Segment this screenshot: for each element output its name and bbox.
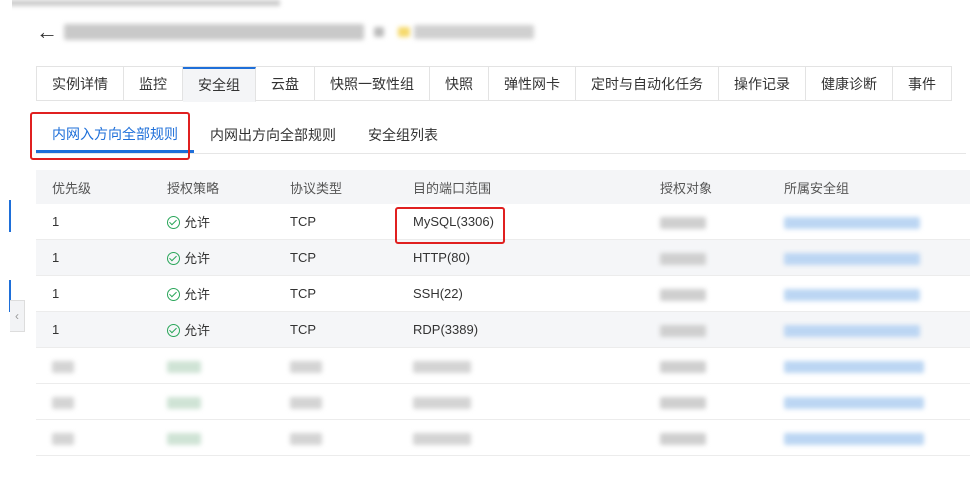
redacted [374, 27, 384, 37]
redacted [784, 252, 920, 265]
column-header: 协议类型 [274, 170, 397, 204]
check-circle-icon [167, 216, 180, 229]
column-header: 授权对象 [644, 170, 768, 204]
redacted [167, 432, 201, 445]
policy: 允许 [184, 251, 211, 266]
check-circle-icon [167, 324, 180, 337]
redacted [52, 432, 74, 445]
policy: 允许 [184, 215, 211, 230]
arrow-left-icon[interactable]: ← [36, 21, 64, 43]
redacted [660, 432, 706, 445]
tab-3[interactable]: 云盘 [256, 67, 315, 101]
chevron-left-icon: ‹ [15, 309, 19, 323]
tab-7[interactable]: 定时与自动化任务 [576, 67, 719, 101]
tab-0[interactable]: 实例详情 [37, 67, 124, 101]
redacted [290, 396, 322, 409]
subtab-2[interactable]: 安全组列表 [352, 118, 454, 151]
port-range: RDP(3389) [413, 322, 479, 337]
redacted [784, 396, 924, 409]
redacted [660, 216, 706, 229]
redacted [660, 396, 706, 409]
redacted [413, 360, 471, 373]
gutter-indicator [9, 200, 11, 232]
priority: 1 [52, 322, 60, 337]
tab-9[interactable]: 健康诊断 [806, 67, 893, 101]
redacted [413, 396, 471, 409]
tab-8[interactable]: 操作记录 [719, 67, 806, 101]
redacted [784, 216, 920, 229]
redacted [290, 432, 322, 445]
highlight-annotation [395, 207, 505, 244]
redacted [398, 27, 410, 37]
policy: 允许 [184, 287, 211, 302]
policy: 允许 [184, 323, 211, 338]
redacted [784, 288, 920, 301]
instance-id-redacted [414, 25, 534, 39]
protocol: TCP [290, 214, 316, 229]
check-circle-icon [167, 252, 180, 265]
breadcrumb-redacted [0, 0, 280, 6]
table-header-row: 优先级 授权策略 协议类型 目的端口范围 授权对象 所属安全组 [36, 170, 970, 204]
redacted [784, 432, 924, 445]
tab-1[interactable]: 监控 [124, 67, 183, 101]
protocol: TCP [290, 322, 316, 337]
tab-5[interactable]: 快照 [430, 67, 489, 101]
table-row: 1 允许 TCP RDP(3389) [36, 311, 970, 348]
column-header: 授权策略 [151, 170, 274, 204]
instance-tabs: 实例详情 监控 安全组 云盘 快照一致性组 快照 弹性网卡 定时与自动化任务 操作记录 健康诊断事… [36, 66, 952, 102]
redacted [52, 360, 74, 373]
redacted [167, 360, 201, 373]
column-header: 优先级 [36, 170, 151, 204]
table-row-redacted [36, 383, 970, 420]
priority: 1 [52, 250, 60, 265]
instance-name-redacted [64, 24, 364, 40]
table-row: 1 允许 TCP SSH(22) [36, 275, 970, 312]
redacted [413, 432, 471, 445]
redacted [660, 360, 706, 373]
priority: 1 [52, 286, 60, 301]
protocol: TCP [290, 286, 316, 301]
table-row-redacted [36, 347, 970, 384]
redacted [52, 396, 74, 409]
port-range: HTTP(80) [413, 250, 471, 265]
check-circle-icon [167, 288, 180, 301]
redacted [784, 324, 920, 337]
redacted [290, 360, 322, 373]
highlight-annotation [30, 112, 190, 160]
priority: 1 [52, 214, 60, 229]
column-header: 所属安全组 [768, 170, 970, 204]
redacted [167, 396, 201, 409]
port-range: SSH(22) [413, 286, 463, 301]
redacted [784, 360, 924, 373]
subtab-1[interactable]: 内网出方向全部规则 [194, 118, 352, 151]
table-row: 1 允许 TCP HTTP(80) [36, 239, 970, 276]
collapse-sidebar-handle[interactable]: ‹ [10, 300, 25, 332]
tab-6[interactable]: 弹性网卡 [489, 67, 576, 101]
redacted [660, 288, 706, 301]
column-header: 目的端口范围 [397, 170, 644, 204]
page-header: ← [36, 18, 534, 46]
protocol: TCP [290, 250, 316, 265]
tab-2[interactable]: 安全组 [183, 67, 256, 102]
redacted [660, 324, 706, 337]
table-row-redacted [36, 419, 970, 456]
tab-4[interactable]: 快照一致性组 [315, 67, 430, 101]
redacted [660, 252, 706, 265]
tab-10[interactable]: 事件 [893, 67, 952, 101]
left-gutter [0, 0, 12, 484]
